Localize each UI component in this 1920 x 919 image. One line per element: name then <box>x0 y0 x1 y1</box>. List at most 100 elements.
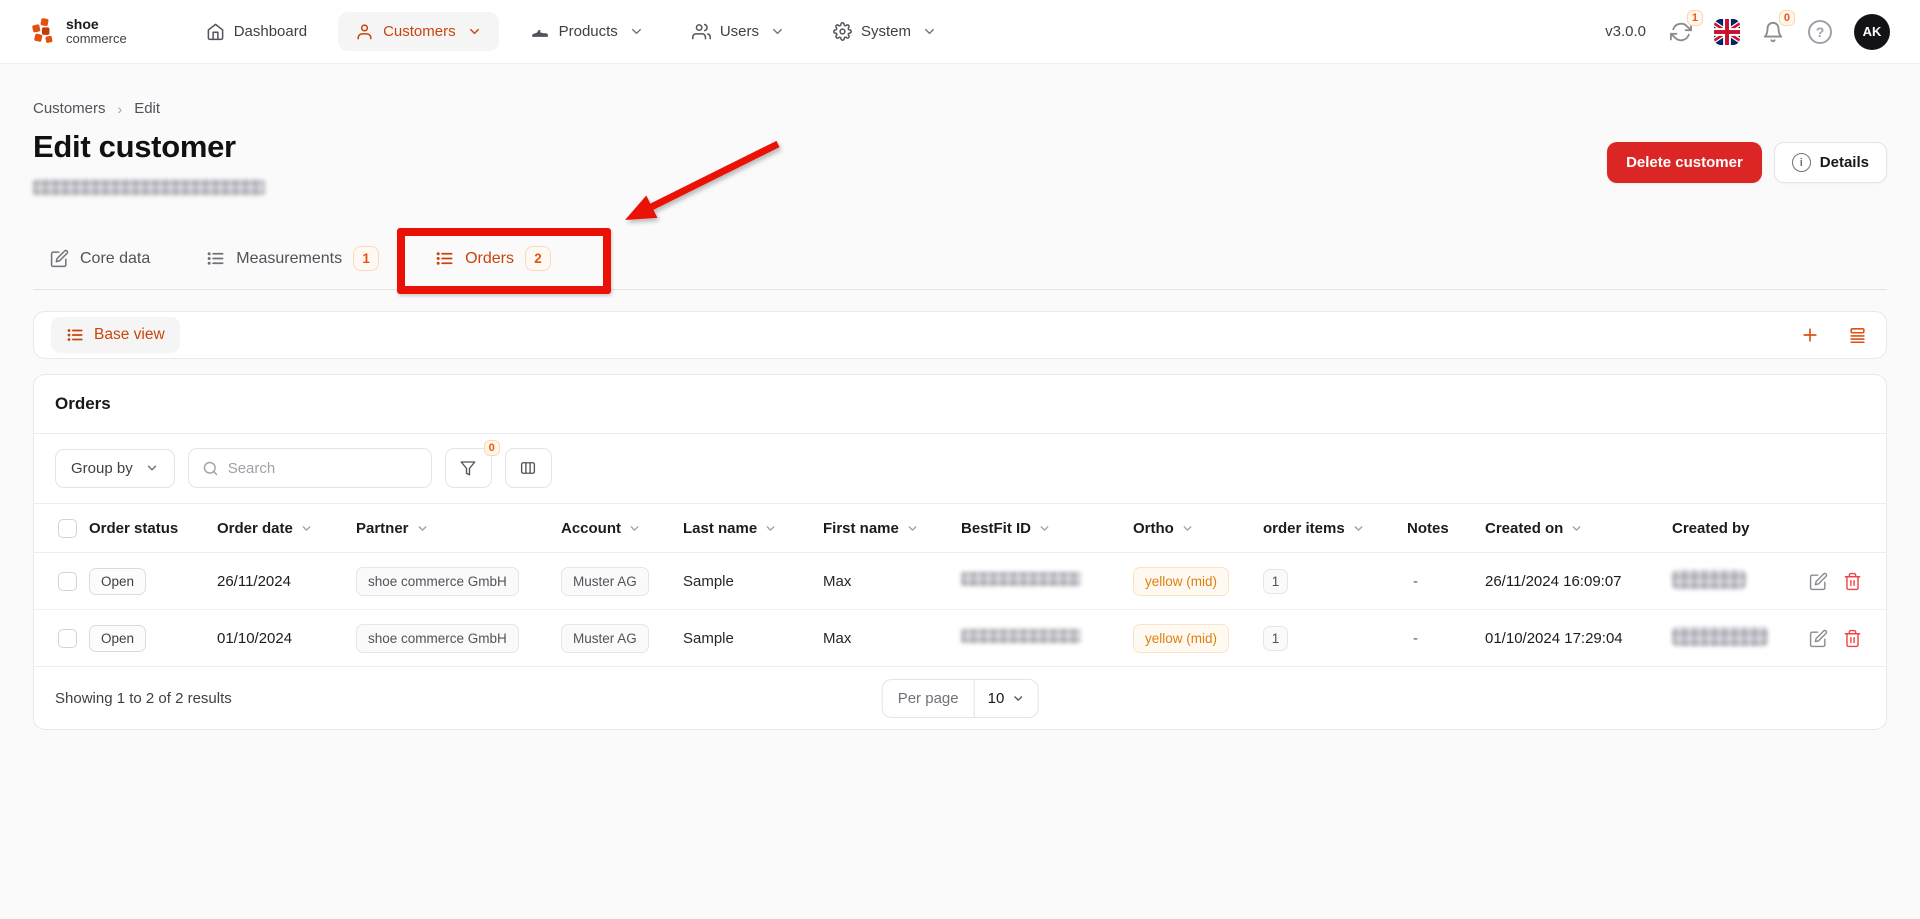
results-summary: Showing 1 to 2 of 2 results <box>55 689 232 707</box>
created-by-redacted <box>1672 569 1746 589</box>
per-page-control: Per page 10 <box>881 678 1039 718</box>
nav-item-label: System <box>860 23 911 40</box>
page-header: Customers › Edit Edit customer Delete cu… <box>33 64 1887 200</box>
column-header-label: order items <box>1263 519 1345 537</box>
sort-chevron-icon[interactable] <box>1352 522 1365 535</box>
columns-icon <box>519 459 537 477</box>
cell-first-name: Max <box>823 630 961 647</box>
chevron-down-icon <box>1011 692 1024 705</box>
help-button[interactable]: ? <box>1806 18 1834 46</box>
delete-customer-button[interactable]: Delete customer <box>1607 142 1762 183</box>
breadcrumb-edit: Edit <box>134 100 161 117</box>
sync-button[interactable]: 1 <box>1668 9 1703 45</box>
info-icon: i <box>1791 153 1811 172</box>
column-header-label: Partner <box>356 519 409 537</box>
cell-order-status: Open <box>89 624 217 652</box>
column-header-label: BestFit ID <box>961 519 1032 537</box>
cell-order-date: 26/11/2024 <box>217 573 356 590</box>
cell-order-date: 01/10/2024 <box>217 630 356 647</box>
cell-notes: - <box>1407 573 1485 590</box>
nav-item-label: Dashboard <box>233 23 308 40</box>
customer-identifier-redacted <box>33 180 265 195</box>
column-header-label: Notes <box>1407 519 1449 537</box>
row-checkbox[interactable] <box>58 571 77 591</box>
column-header-bestfit-id[interactable]: BestFit ID <box>961 520 1133 537</box>
user-avatar[interactable]: AK <box>1854 13 1890 50</box>
tab-core-data[interactable]: Core data <box>46 234 154 289</box>
sort-chevron-icon[interactable] <box>300 522 313 535</box>
cell-order-items: 1 <box>1263 568 1407 594</box>
trash-icon <box>1843 572 1862 591</box>
tab-label: Measurements <box>236 249 343 267</box>
cell-created-on: 26/11/2024 16:09:07 <box>1485 573 1672 590</box>
notifications-button[interactable]: 0 <box>1760 9 1795 45</box>
last-name-value: Sample <box>683 572 734 590</box>
column-header-last-name[interactable]: Last name <box>683 520 823 537</box>
nav-item-users[interactable]: Users <box>675 12 802 51</box>
column-header-created-on[interactable]: Created on <box>1485 520 1672 537</box>
cell-partner: shoe commerce GmbH <box>356 623 561 653</box>
main-nav: Dashboard Customers Products Users System <box>189 12 954 52</box>
tab-label: Core data <box>80 249 151 267</box>
columns-button[interactable] <box>504 448 552 488</box>
sort-chevron-icon[interactable] <box>1570 522 1583 535</box>
cell-notes: - <box>1407 630 1485 647</box>
sort-chevron-icon[interactable] <box>1038 522 1051 535</box>
language-switcher[interactable] <box>1714 18 1740 45</box>
edit-row-button[interactable] <box>1809 629 1828 648</box>
cell-created-by <box>1672 626 1792 650</box>
column-header-first-name[interactable]: First name <box>823 520 961 537</box>
sort-chevron-icon[interactable] <box>1181 522 1194 535</box>
delete-row-button[interactable] <box>1843 629 1862 648</box>
tab-measurements[interactable]: Measurements 1 <box>202 234 383 289</box>
table-controls: Group by 0 <box>34 434 1886 503</box>
cell-order-status: Open <box>89 567 217 595</box>
nav-item-customers[interactable]: Customers <box>338 12 499 51</box>
cell-ortho: yellow (mid) <box>1133 623 1263 653</box>
sort-chevron-icon[interactable] <box>416 522 429 535</box>
partner-badge: shoe commerce GmbH <box>356 623 519 653</box>
column-header-notes: Notes <box>1407 520 1485 537</box>
user-icon <box>355 22 374 41</box>
uk-flag-icon <box>1714 18 1740 45</box>
sort-chevron-icon[interactable] <box>906 522 919 535</box>
search-input[interactable] <box>227 459 418 477</box>
nav-item-dashboard[interactable]: Dashboard <box>189 12 324 51</box>
breadcrumb-customers[interactable]: Customers <box>33 100 106 117</box>
sort-chevron-icon[interactable] <box>628 522 641 535</box>
select-all-checkbox[interactable] <box>58 518 77 538</box>
row-checkbox-cell <box>58 571 89 591</box>
delete-row-button[interactable] <box>1843 572 1862 591</box>
nav-item-system[interactable]: System <box>816 12 954 51</box>
column-header-ortho[interactable]: Ortho <box>1133 520 1263 537</box>
tab-count-badge: 2 <box>525 246 551 271</box>
column-header-label: Last name <box>683 519 758 537</box>
nav-item-products[interactable]: Products <box>513 12 661 52</box>
details-button[interactable]: i Details <box>1773 142 1887 183</box>
column-header-partner[interactable]: Partner <box>356 520 561 537</box>
row-checkbox[interactable] <box>58 628 77 648</box>
group-by-dropdown[interactable]: Group by <box>55 448 175 488</box>
table-footer: Showing 1 to 2 of 2 results Per page 10 <box>34 667 1886 729</box>
logo-text-line1: shoe <box>66 16 99 33</box>
column-header-label: Ortho <box>1133 519 1174 537</box>
stacked-lines-icon <box>1848 326 1867 345</box>
filter-button[interactable]: 0 <box>444 440 500 488</box>
column-header-order-items[interactable]: order items <box>1263 520 1407 537</box>
manage-views-button[interactable] <box>1846 324 1869 347</box>
edit-row-button[interactable] <box>1809 572 1828 591</box>
order-status-badge: Open <box>89 624 147 652</box>
column-header-account[interactable]: Account <box>561 520 683 537</box>
orders-panel-title: Orders <box>34 375 1886 434</box>
base-view-button[interactable]: Base view <box>51 317 180 353</box>
column-header-label: Order date <box>217 519 293 537</box>
sort-chevron-icon[interactable] <box>764 522 777 535</box>
ortho-badge: yellow (mid) <box>1133 623 1230 653</box>
add-view-button[interactable] <box>1798 323 1822 347</box>
orders-panel: Orders Group by 0 <box>33 374 1887 730</box>
tab-orders[interactable]: Orders 2 <box>417 234 577 290</box>
column-header-order-date[interactable]: Order date <box>217 520 356 537</box>
per-page-select[interactable]: 10 <box>975 680 1038 717</box>
chevron-down-icon <box>467 24 482 39</box>
edit-icon <box>1809 572 1828 591</box>
